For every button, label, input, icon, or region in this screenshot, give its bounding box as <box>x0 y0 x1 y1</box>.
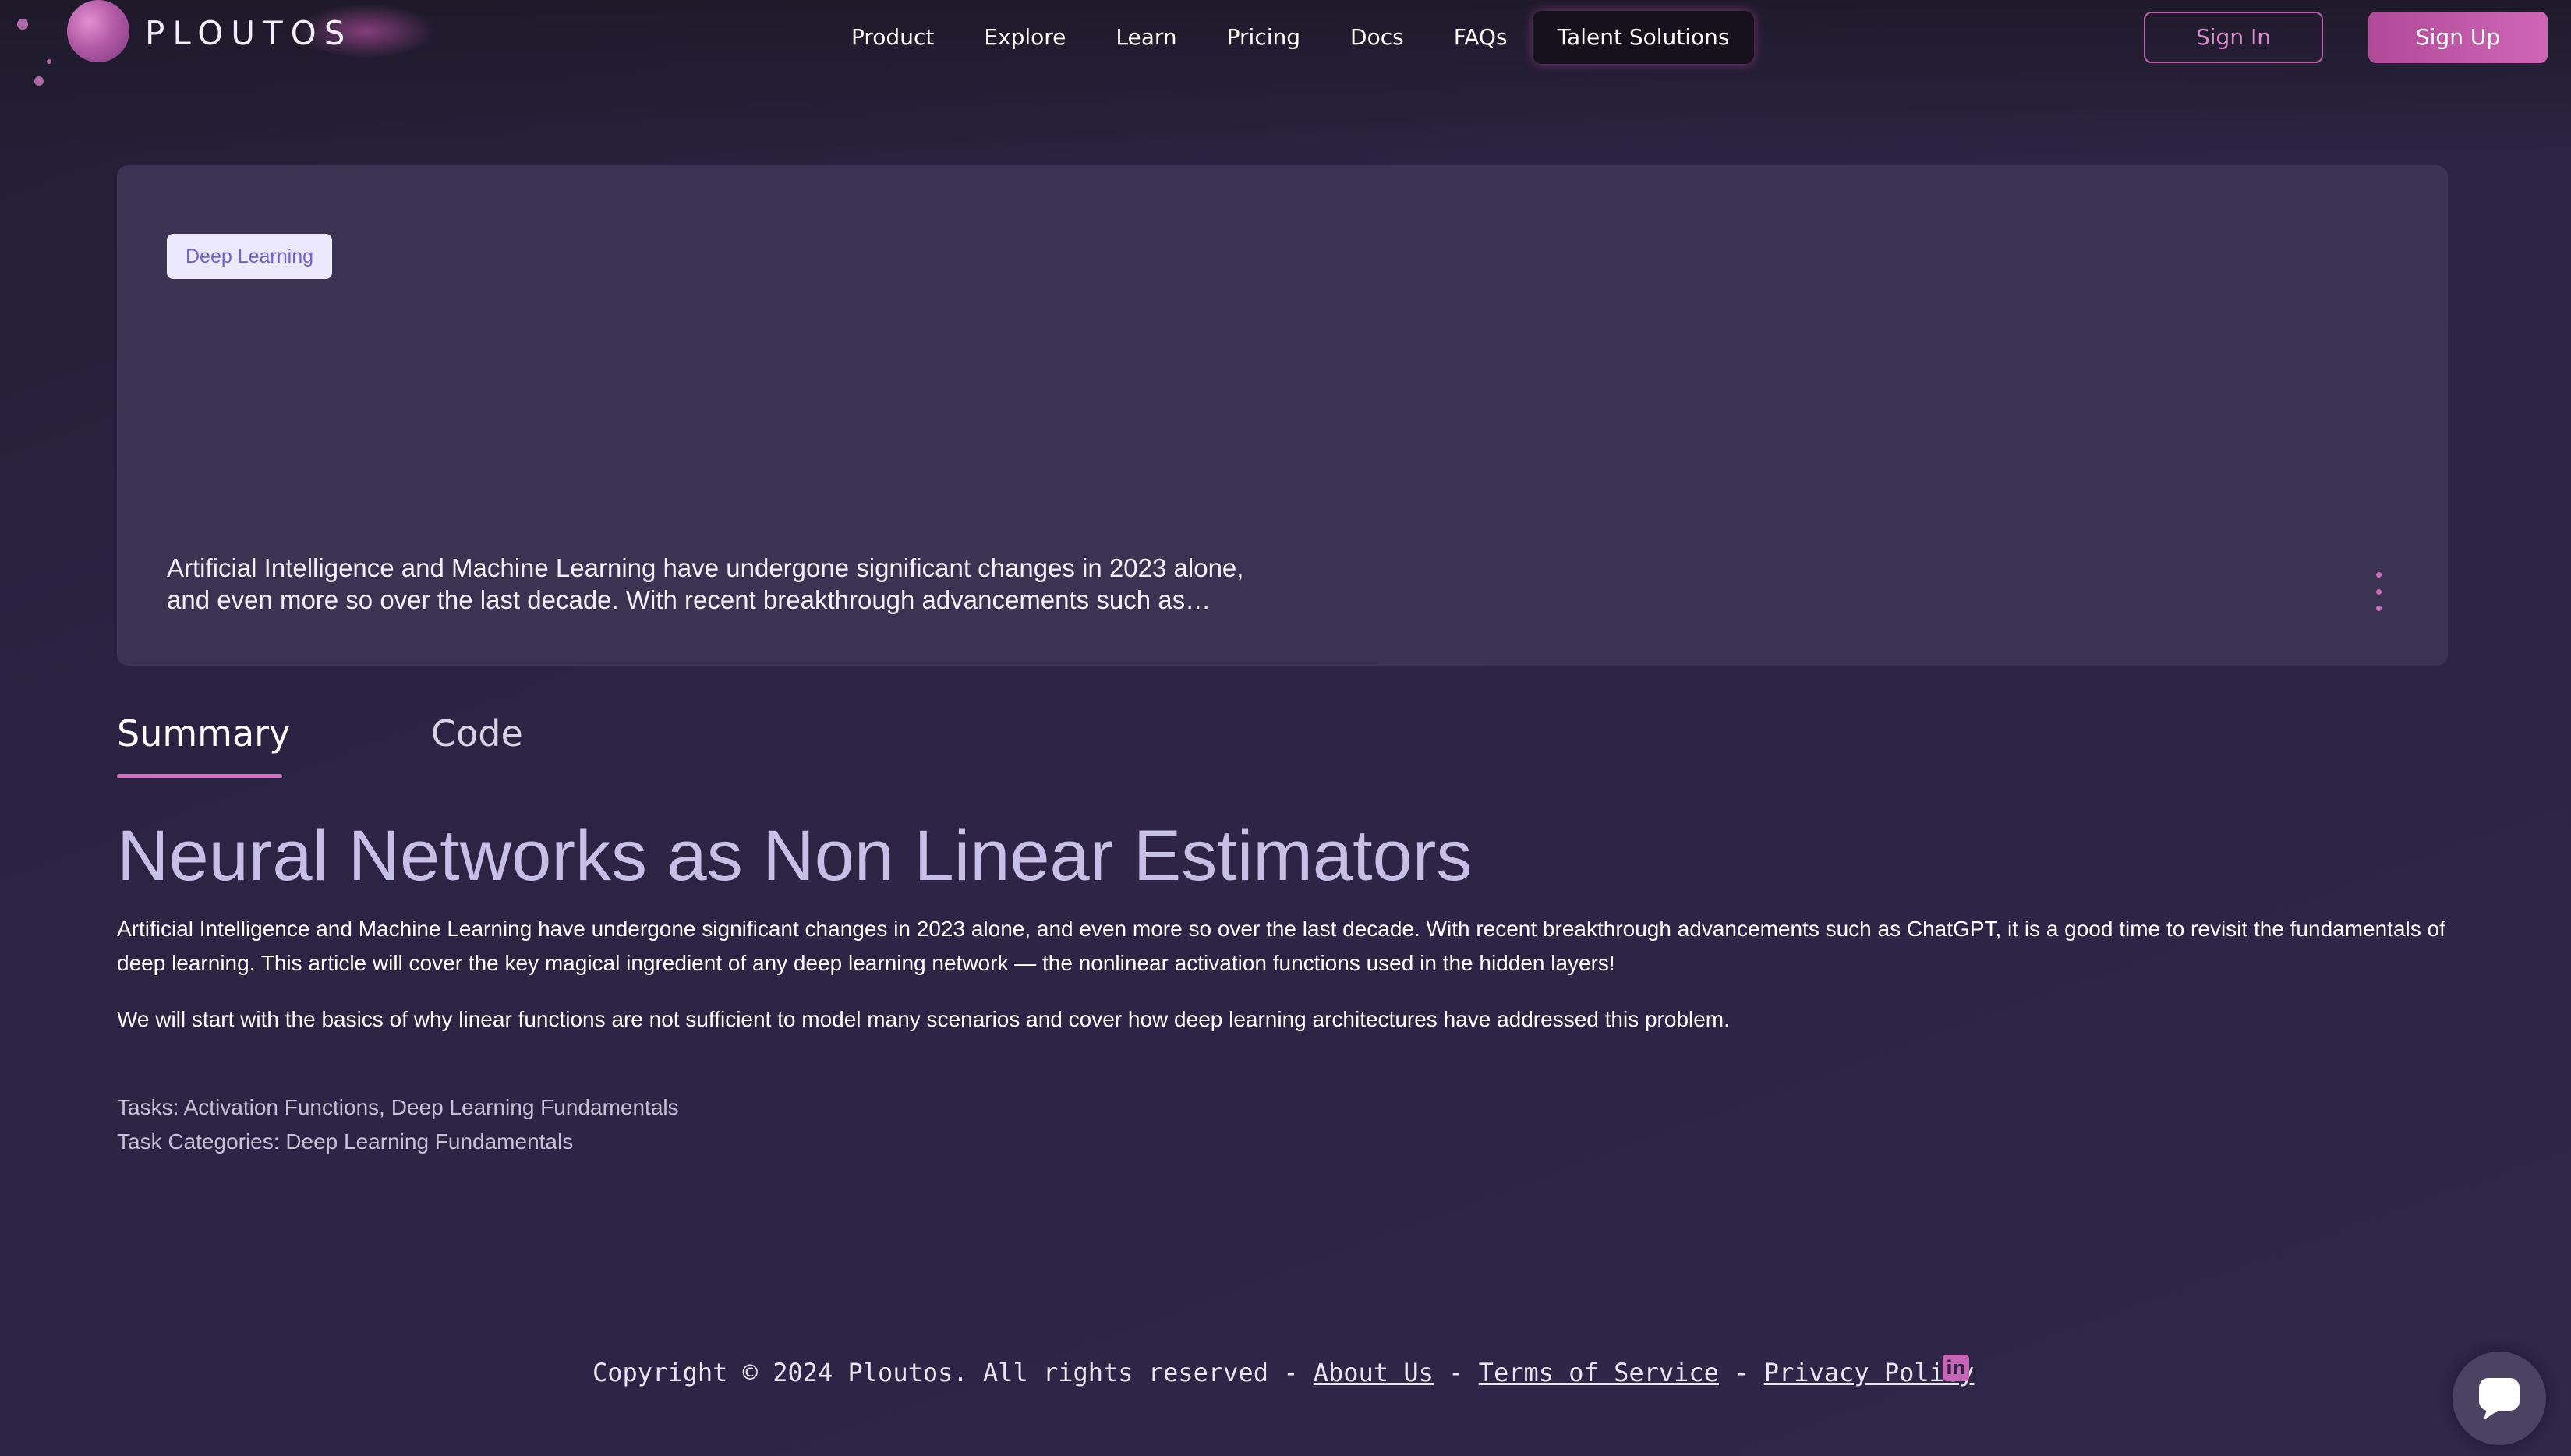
sign-up-button[interactable]: Sign Up <box>2368 12 2548 63</box>
nav-item-product[interactable]: Product <box>826 11 959 64</box>
kebab-dot <box>2375 572 2382 578</box>
footer-about-link[interactable]: About Us <box>1314 1358 1434 1387</box>
footer-separator: - <box>1268 1358 1314 1387</box>
sign-in-button[interactable]: Sign In <box>2144 12 2323 63</box>
category-tag[interactable]: Deep Learning <box>167 234 333 279</box>
logo[interactable]: PLOUTOS <box>0 0 468 86</box>
logo-dot <box>47 59 51 64</box>
tab-active-indicator <box>117 774 282 778</box>
nav-item-faqs[interactable]: FAQs <box>1429 11 1533 64</box>
nav-item-docs[interactable]: Docs <box>1325 11 1429 64</box>
footer-terms-link[interactable]: Terms of Service <box>1479 1358 1719 1387</box>
logo-dot <box>34 76 44 86</box>
article-tasks: Tasks: Activation Functions, Deep Learni… <box>117 1095 679 1119</box>
logo-dot <box>17 19 28 30</box>
footer: Copyright © 2024 Ploutos. All rights res… <box>592 1353 1974 1392</box>
nav-item-learn[interactable]: Learn <box>1091 11 1201 64</box>
card-excerpt: Artificial Intelligence and Machine Lear… <box>167 553 1244 614</box>
footer-separator: - <box>1433 1358 1479 1387</box>
article-task-categories: Task Categories: Deep Learning Fundament… <box>117 1129 574 1154</box>
logo-orb-icon <box>67 0 129 62</box>
brand-name: PLOUTOS <box>145 14 353 52</box>
article-paragraph: We will start with the basics of why lin… <box>117 1007 1730 1031</box>
kebab-dot <box>2375 606 2382 611</box>
nav-item-pricing[interactable]: Pricing <box>1202 11 1325 64</box>
kebab-menu-icon[interactable] <box>2367 572 2390 611</box>
article-paragraph: Artificial Intelligence and Machine Lear… <box>117 917 2445 975</box>
chat-button[interactable] <box>2453 1352 2546 1445</box>
chat-icon <box>2479 1378 2520 1420</box>
main-nav: Product Explore Learn Pricing Docs FAQs … <box>826 11 1755 64</box>
footer-copyright: Copyright © 2024 Ploutos. All rights res… <box>592 1358 1268 1387</box>
tab-summary[interactable]: Summary <box>117 705 290 776</box>
linkedin-icon[interactable]: in <box>1943 1355 1969 1381</box>
footer-separator: - <box>1718 1358 1764 1387</box>
article-title: Neural Networks as Non Linear Estimators <box>117 816 1473 896</box>
article-card: Deep Learning Artificial Intelligence an… <box>117 165 2448 666</box>
nav-item-explore[interactable]: Explore <box>959 11 1091 64</box>
kebab-dot <box>2375 588 2382 595</box>
tab-code[interactable]: Code <box>431 705 523 776</box>
nav-item-talent-solutions[interactable]: Talent Solutions <box>1532 11 1755 64</box>
